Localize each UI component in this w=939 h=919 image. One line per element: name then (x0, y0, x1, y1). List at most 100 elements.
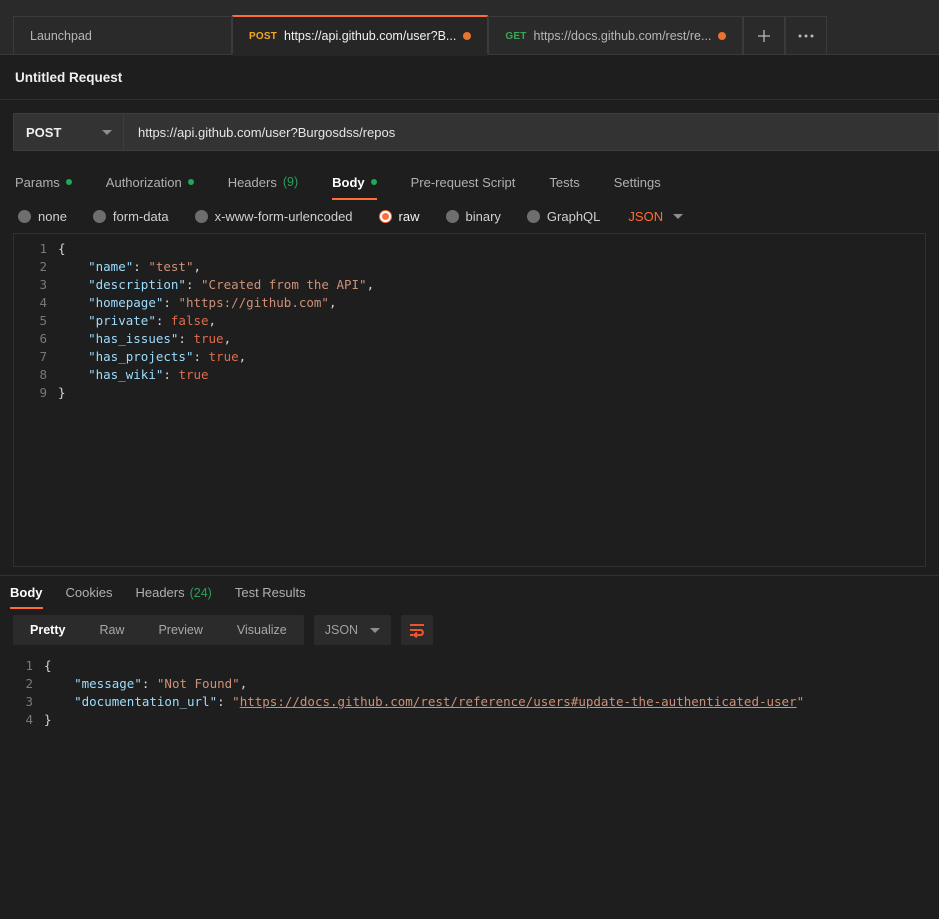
code-line: 2 "name": "test", (14, 258, 925, 276)
radio-icon (18, 210, 31, 223)
body-type-options: none form-data x-www-form-urlencoded raw… (0, 200, 939, 233)
code-token: , (366, 277, 375, 292)
request-body-editor[interactable]: 1{2 "name": "test", 3 "description": "Cre… (13, 233, 926, 567)
code-token: "has_issues" (88, 331, 179, 346)
code-line: 7 "has_projects": true, (14, 348, 925, 366)
line-number: 5 (39, 313, 47, 328)
code-line: 1{ (14, 240, 925, 258)
radio-selected-icon (378, 210, 392, 223)
line-number: 9 (39, 385, 47, 400)
code-token: : (141, 676, 157, 691)
tab-tests[interactable]: Tests (549, 164, 595, 200)
response-format-select[interactable]: JSON (313, 615, 392, 645)
view-mode-label: Pretty (30, 623, 66, 637)
code-token: "Not Found" (156, 676, 240, 691)
body-type-urlencoded[interactable]: x-www-form-urlencoded (194, 209, 353, 224)
code-line: 9} (14, 384, 925, 402)
tab-pre-request-script[interactable]: Pre-request Script (411, 164, 532, 200)
unsaved-dot-icon (463, 32, 472, 40)
body-type-form-data[interactable]: form-data (92, 209, 169, 224)
code-token: "name" (88, 259, 134, 274)
response-body-code: 1{2 "message": "Not Found", 3 "documentat… (0, 651, 939, 729)
response-tab-test-results[interactable]: Test Results (235, 576, 306, 609)
wrap-lines-icon (409, 623, 424, 638)
code-token: "has_wiki" (88, 367, 164, 382)
response-body-panel[interactable]: 1{2 "message": "Not Found", 3 "documentat… (0, 651, 939, 729)
code-token: "private" (88, 313, 156, 328)
code-token: "https://github.com" (178, 295, 329, 310)
line-number: 2 (25, 676, 33, 691)
code-token: : (163, 295, 179, 310)
response-format-value: JSON (324, 623, 359, 637)
code-token: , (238, 349, 247, 364)
code-token: , (193, 259, 202, 274)
tab-options-button[interactable] (785, 16, 828, 55)
view-mode-visualize[interactable]: Visualize (220, 615, 304, 645)
line-number: 1 (25, 658, 33, 673)
response-tab-headers[interactable]: Headers (24) (135, 576, 211, 609)
request-tabs: Params Authorization Headers (9) Body Pr… (0, 164, 939, 200)
response-tab-cookies[interactable]: Cookies (66, 576, 113, 609)
tab-settings[interactable]: Settings (614, 164, 677, 200)
code-token: : (193, 349, 209, 364)
body-type-graphql[interactable]: GraphQL (526, 209, 600, 224)
body-format-value: JSON (628, 209, 664, 224)
code-token: "has_projects" (88, 349, 194, 364)
code-token: : (185, 277, 202, 292)
code-token: true (193, 331, 224, 346)
code-token: : (155, 313, 171, 328)
chevron-down-icon (673, 214, 684, 219)
tab-params[interactable]: Params (15, 164, 88, 200)
body-type-raw[interactable]: raw (378, 209, 420, 224)
body-type-label: binary (465, 209, 501, 224)
view-mode-preview[interactable]: Preview (141, 615, 219, 645)
tab-headers[interactable]: Headers (9) (228, 164, 314, 200)
line-number: 4 (25, 712, 33, 727)
tab-request-get[interactable]: GET https://docs.github.com/rest/re... (488, 16, 744, 55)
request-title-bar: Untitled Request (0, 55, 939, 100)
body-type-binary[interactable]: binary (445, 209, 501, 224)
code-token: false (170, 313, 209, 328)
tab-label: https://api.github.com/user?B... (284, 29, 457, 43)
wrap-lines-button[interactable] (401, 615, 434, 645)
code-token: " (232, 694, 240, 709)
view-mode-label: Preview (158, 623, 203, 637)
tab-label: Tests (549, 174, 580, 190)
code-token: "message" (74, 676, 142, 691)
radio-icon (526, 210, 540, 223)
radio-icon (194, 210, 208, 223)
http-method-select[interactable]: POST (13, 113, 123, 151)
code-token: true (178, 367, 209, 382)
body-format-select[interactable]: JSON (628, 209, 684, 224)
response-tab-body[interactable]: Body (10, 576, 43, 609)
tab-method-badge: GET (505, 30, 527, 42)
tab-authorization[interactable]: Authorization (106, 164, 210, 200)
code-line: 4 "homepage": "https://github.com", (14, 294, 925, 312)
code-token: "test" (148, 259, 194, 274)
tab-method-badge: POST (249, 30, 278, 42)
status-dot-icon (187, 179, 194, 185)
line-number: 8 (39, 367, 47, 382)
request-body-code: 1{2 "name": "test", 3 "description": "Cre… (14, 234, 925, 402)
page-title: Untitled Request (15, 69, 123, 85)
tab-request-post[interactable]: POST https://api.github.com/user?B... (232, 15, 489, 56)
view-mode-pretty[interactable]: Pretty (13, 615, 82, 645)
code-link[interactable]: https://docs.github.com/rest/reference/u… (240, 694, 797, 709)
tab-launchpad[interactable]: Launchpad (13, 16, 232, 55)
code-text: "documentation_url": "https://docs.githu… (44, 693, 804, 711)
tab-label: Headers (227, 174, 277, 190)
url-bar: POST https://api.github.com/user?Burgosd… (0, 100, 939, 164)
code-token: : (217, 694, 233, 709)
tab-label: Body (10, 585, 43, 600)
url-input[interactable]: https://api.github.com/user?Burgosdss/re… (123, 113, 939, 151)
line-number: 1 (39, 241, 47, 256)
tab-body[interactable]: Body (332, 164, 393, 200)
body-type-none[interactable]: none (18, 209, 67, 224)
code-token: { (58, 241, 66, 256)
new-tab-button[interactable] (743, 16, 786, 55)
view-mode-raw[interactable]: Raw (82, 615, 141, 645)
radio-icon (92, 210, 106, 223)
